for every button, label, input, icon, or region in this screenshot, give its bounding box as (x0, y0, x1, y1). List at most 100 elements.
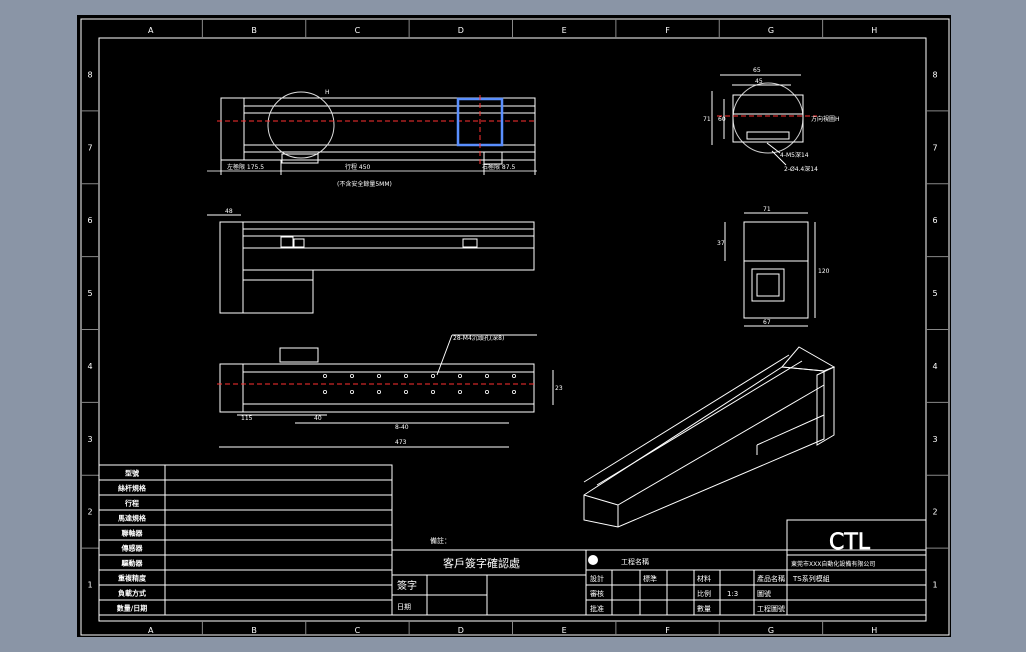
cad-drawing: AABBCCDDEEFFGGHH 8 87 76 65 54 43 32 21 1 左極限 17… (80, 18, 950, 636)
row-label: 6 (87, 216, 92, 225)
view-side-middle (207, 214, 535, 314)
left-table-label: 聯軸器 (122, 529, 144, 538)
row-label: 2 (932, 508, 937, 517)
hole (322, 373, 327, 378)
row-label: 4 (932, 362, 937, 371)
column-label: C (355, 626, 361, 635)
company-name: 東莞市XXX自動化設備有限公司 (791, 560, 875, 568)
hole (484, 389, 489, 394)
standard-label: 標準 (643, 574, 657, 583)
left-table-label: 馬達規格 (118, 514, 147, 523)
column-label: B (251, 26, 257, 35)
dim-end-65: 65 (753, 67, 761, 74)
dim-side-120: 120 (818, 268, 830, 275)
review-label: 審核 (590, 589, 604, 598)
hole (403, 389, 408, 394)
left-table-label: 傳感器 (121, 544, 144, 553)
dim-stroke: 行程 450 (345, 163, 371, 171)
material-label: 材料 (697, 574, 711, 583)
row-label: 3 (87, 435, 92, 444)
brand-logo: CTL (829, 530, 871, 555)
row-label: 4 (87, 362, 92, 371)
left-table-label: 絲杆規格 (118, 484, 147, 493)
left-table-label: 型號 (125, 469, 139, 478)
hole (322, 389, 327, 394)
column-label: H (871, 626, 877, 635)
drawing-viewport[interactable]: AABBCCDDEEFFGGHH 8877665544332211 左極限 17… (77, 15, 951, 637)
dim-pitch: 8-40 (395, 424, 409, 431)
sheet-note: 工程圖號 (757, 604, 785, 613)
dim-end-hole1: 4-M5深14 (780, 151, 809, 159)
dim-40: 40 (314, 415, 322, 422)
row-label: 6 (932, 216, 937, 225)
dim-left-limit: 左極限 175.5 (227, 163, 264, 171)
dim-total: 473 (395, 439, 407, 446)
customer-confirm: 客戶簽字確認處 (443, 556, 520, 570)
hole (511, 389, 516, 394)
view-front-top (207, 91, 537, 175)
hole (430, 373, 435, 378)
dim-right-limit: 右極限 87.5 (482, 163, 515, 171)
column-label: E (562, 626, 567, 635)
column-label: F (665, 626, 670, 635)
left-table-label: 重複精度 (118, 574, 147, 583)
left-table-label: 驅動器 (122, 559, 144, 568)
column-label: G (768, 626, 774, 635)
approve-label: 批准 (590, 604, 604, 613)
dim-end-60: 60 (718, 116, 726, 123)
column-label: D (458, 626, 464, 635)
view-side-end (724, 212, 816, 327)
zone-ticks (81, 19, 949, 635)
left-table-label: 負載方式 (118, 589, 146, 598)
view-plan-bottom (217, 334, 554, 448)
dim-side-67: 67 (763, 319, 771, 326)
row-label: 2 (87, 508, 92, 517)
left-table-label: 數量/日期 (117, 604, 148, 613)
column-label: A (148, 26, 154, 35)
dim-side-37: 37 (717, 240, 725, 247)
row-label: 1 (87, 581, 92, 590)
column-label: F (665, 26, 670, 35)
row-label: 7 (932, 143, 937, 152)
row-label: 8 (87, 70, 92, 79)
hole (349, 373, 354, 378)
label-direction-view: 方向視圖H (811, 115, 840, 123)
view-isometric (583, 346, 836, 528)
column-label: H (871, 26, 877, 35)
hole (430, 389, 435, 394)
notes-label: 備註： (430, 536, 451, 545)
dim-side-71: 71 (763, 206, 771, 213)
scale-label: 比例 (697, 589, 711, 598)
scale-value: 1:3 (727, 590, 738, 598)
row-label: 3 (932, 435, 937, 444)
hole (403, 373, 408, 378)
dim-height: 23 (555, 385, 563, 392)
date-label: 日期 (397, 603, 411, 611)
dim-h-label: H (325, 89, 330, 96)
sheet-outer-border (80, 18, 950, 636)
row-label: 7 (87, 143, 92, 152)
row-label: 1 (932, 581, 937, 590)
column-label: D (458, 26, 464, 35)
dim-48: 48 (225, 208, 233, 215)
part-name-label: 產品名稱 (757, 574, 785, 583)
dim-note: (不含安全餘量5MM) (337, 180, 392, 188)
row-labels: 8 8 7 7 6 65 5 4 4 3 3 2 2 1 1 (87, 70, 937, 589)
column-label: B (251, 626, 257, 635)
hole (376, 389, 381, 394)
column-label: C (355, 26, 361, 35)
dim-115: 115 (241, 415, 253, 422)
drawing-no-label: 圖號 (757, 589, 771, 598)
row-label: 5 (932, 289, 937, 298)
row-label: 8 (932, 70, 937, 79)
hole (484, 373, 489, 378)
model-label: TS系列模組 (792, 574, 830, 583)
column-label: E (562, 26, 567, 35)
column-label: A (148, 626, 154, 635)
view1-dimensions: 左極限 175.5 行程 450 右極限 87.5 (不含安全餘量5MM) H (227, 89, 515, 188)
qty-label: 數量 (697, 604, 711, 613)
column-labels: A A B B C C D D E E F F G G H H (148, 26, 877, 635)
design-label: 設計 (590, 574, 604, 583)
customer-name-label: 工程名稱 (621, 557, 649, 566)
dim-end-71: 71 (703, 116, 711, 123)
